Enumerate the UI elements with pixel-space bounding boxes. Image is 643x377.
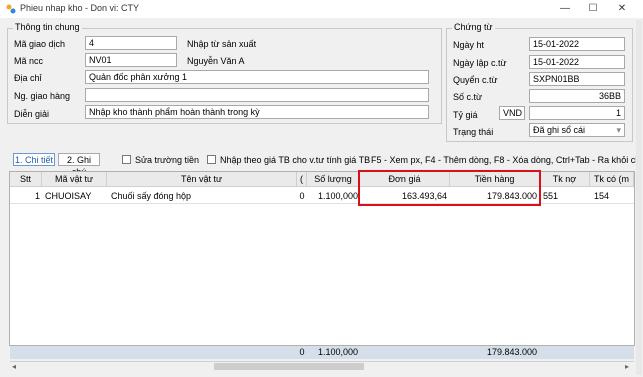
currency-input[interactable]: VND [499,106,525,120]
col-c-header[interactable]: ( [297,172,307,187]
col-ma-vat-tu-header[interactable]: Mã vật tư [42,172,107,187]
ma-ncc-input[interactable]: NV01 [85,53,177,67]
scroll-right-icon[interactable]: ▸ [625,362,629,371]
close-icon[interactable]: ✕ [608,2,636,16]
minimize-icon[interactable]: — [551,2,579,16]
nhap-theo-gia-label: Nhập theo giá TB cho v.tư tính giá TB [220,155,371,165]
tab-chi-tiet[interactable]: 1. Chi tiết [13,153,55,166]
maximize-icon[interactable]: ☐ [579,2,607,16]
ngay-lap-input[interactable]: 15-01-2022 [529,55,625,69]
shortcuts-hint: F5 - Xem px, F4 - Thêm dòng, F8 - Xóa dò… [371,155,643,165]
col-stt-header[interactable]: Stt [10,172,42,187]
col-ten-vat-tu-header[interactable]: Tên vật tư [107,172,297,187]
sua-truong-tien-label: Sửa trường tiền [135,155,199,165]
footer-so-luong: 1.100,000 [317,347,358,357]
voucher-legend: Chứng từ [452,22,495,32]
ngay-ht-label: Ngày ht [453,40,485,50]
trang-thai-value: Đã ghi sổ cái [533,125,586,135]
footer-c: 0 [299,347,305,357]
footer-tien-hang: 179.843.000 [486,347,537,357]
app-logo-icon [6,4,16,14]
cell-stt[interactable]: 1 [10,189,42,203]
trang-thai-label: Trạng thái [453,127,494,137]
quyen-ct-label: Quyển c.từ [453,75,498,85]
ngay-lap-label: Ngày lập c.từ [453,58,507,68]
ma-ncc-label: Mã ncc [14,56,44,66]
ng-giao-hang-input[interactable] [85,88,429,102]
scrollbar-thumb[interactable] [214,363,364,370]
col-tk-no-header[interactable]: Tk nợ [540,172,590,187]
window-title: Phieu nhap kho - Don vi: CTY [20,3,140,13]
col-so-luong-header[interactable]: Số lượng [307,172,360,187]
ngay-ht-input[interactable]: 15-01-2022 [529,37,625,51]
sua-truong-tien-checkbox[interactable] [122,155,131,164]
ty-gia-label: Tỷ giá [453,110,478,120]
quyen-ct-input[interactable]: SXPN01BB [529,72,625,86]
ma-giao-dich-label: Mã giao dịch [14,39,66,49]
dia-chi-label: Địa chỉ [14,73,42,83]
cell-ten-vat-tu[interactable]: Chuối sấy đóng hộp [111,189,295,203]
ma-giao-dich-input[interactable]: 4 [85,36,177,50]
trang-thai-select[interactable]: Đã ghi sổ cái ▾ [529,123,625,137]
general-info-legend: Thông tin chung [13,22,82,32]
tab-ghi-chu[interactable]: 2. Ghi chú [58,153,100,177]
dien-giai-label: Diễn giải [14,109,50,119]
cell-so-luong[interactable]: 1.100,000 [307,189,358,203]
ma-ncc-desc: Nguyễn Văn A [187,56,245,66]
so-ct-label: Số c.từ [453,92,483,102]
highlight-box [358,170,541,206]
so-ct-input[interactable]: 36BB [529,89,625,103]
ng-giao-hang-label: Ng. giao hàng [14,91,71,101]
scroll-left-icon[interactable]: ◂ [12,362,16,371]
chevron-down-icon: ▾ [616,125,621,135]
dien-giai-input[interactable]: Nhập kho thành phẩm hoàn thành trong kỳ [85,105,429,119]
nhap-theo-gia-checkbox[interactable] [207,155,216,164]
rate-input[interactable]: 1 [529,106,625,120]
col-tk-co-header[interactable]: Tk có (m [590,172,634,187]
ma-giao-dich-desc: Nhập từ sản xuất [187,39,257,49]
dia-chi-input[interactable]: Quản đốc phân xưởng 1 [85,70,429,84]
cell-c[interactable]: 0 [297,189,307,203]
vertical-scrollbar[interactable] [636,20,642,375]
cell-ma-vat-tu[interactable]: CHUOISAY [45,189,107,203]
cell-tk-co[interactable]: 154 [594,189,634,203]
cell-tk-no[interactable]: 551 [543,189,589,203]
